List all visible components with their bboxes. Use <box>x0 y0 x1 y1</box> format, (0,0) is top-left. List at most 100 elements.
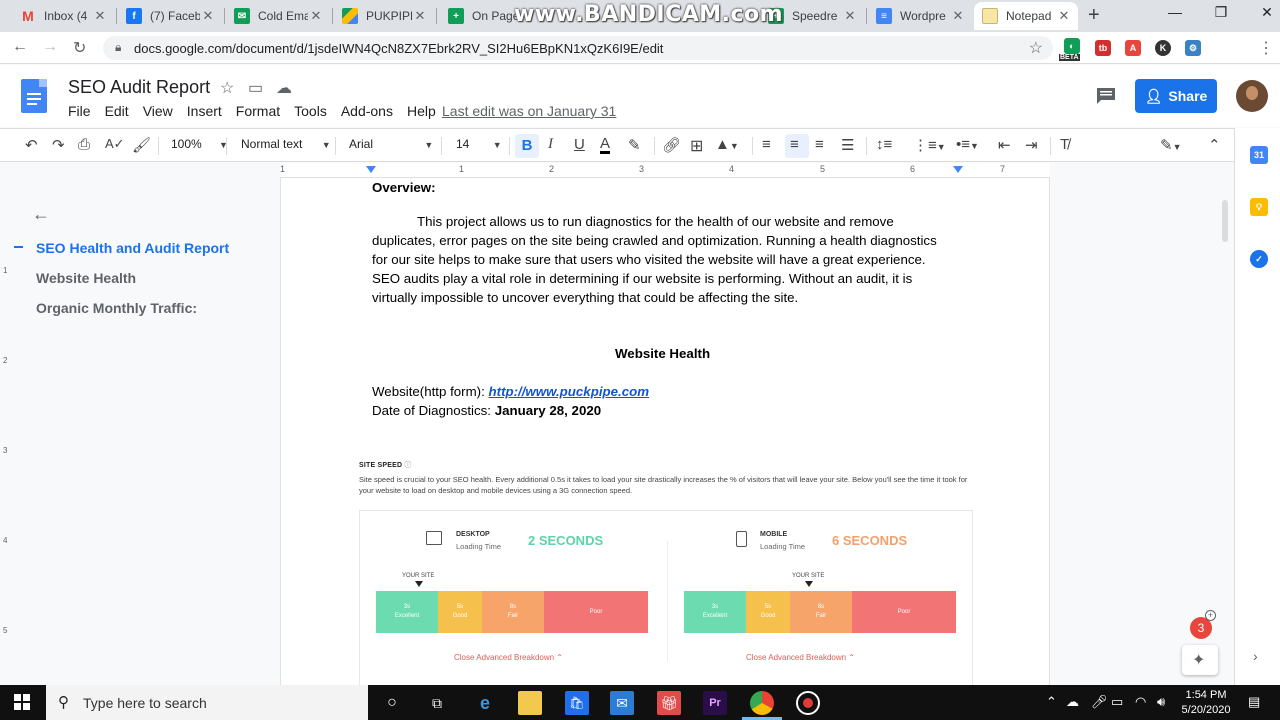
decrease-indent-icon[interactable]: ⇤ <box>998 136 1011 154</box>
website-link[interactable]: http://www.puckpipe.com <box>489 384 650 399</box>
style-select[interactable]: Normal text ▼ <box>241 137 331 151</box>
file-explorer-icon[interactable] <box>518 691 542 715</box>
menu-insert[interactable]: Insert <box>187 103 222 119</box>
close-icon[interactable]: ✕ <box>200 8 216 24</box>
paint-format-icon[interactable]: 🖌︎ <box>132 136 151 154</box>
horizontal-ruler[interactable]: 1 1 2 3 4 5 6 7 <box>280 163 1050 178</box>
star-icon[interactable]: ☆ <box>220 78 234 98</box>
explore-button[interactable]: ✦ <box>1182 645 1218 675</box>
justify-icon[interactable]: ☰ <box>841 136 854 154</box>
site-speed-image[interactable]: SITE SPEED ⓘ Site speed is crucial to yo… <box>357 454 977 685</box>
maximize-button[interactable]: ❐ <box>1198 4 1244 21</box>
menu-edit[interactable]: Edit <box>105 103 129 119</box>
editing-mode-icon[interactable]: ✎▼ <box>1160 136 1182 154</box>
extension-icon[interactable]: tb <box>1095 40 1111 56</box>
docs-logo-icon[interactable] <box>21 79 47 113</box>
extension-icon[interactable]: K <box>1155 40 1171 56</box>
extension-icon[interactable]: A <box>1125 40 1141 56</box>
menu-format[interactable]: Format <box>236 103 280 119</box>
minimize-button[interactable]: — <box>1152 4 1198 20</box>
account-avatar[interactable] <box>1236 80 1268 112</box>
wifi-icon[interactable]: ◠ <box>1135 694 1146 710</box>
italic-button[interactable]: I <box>548 136 553 153</box>
document-title[interactable]: SEO Audit Report <box>68 77 210 98</box>
task-view-icon[interactable]: ⧉ <box>425 691 449 715</box>
expand-panel-icon[interactable]: › <box>1253 648 1258 664</box>
edge-icon[interactable]: e <box>473 691 497 715</box>
onedrive-icon[interactable]: ☁︎ <box>1066 694 1079 710</box>
tab-cold-email[interactable]: ✉ Cold Ema ✕ <box>226 2 330 30</box>
text-color-button[interactable]: A <box>600 136 611 154</box>
menu-addons[interactable]: Add-ons <box>341 103 393 119</box>
microphone-icon[interactable]: 🎤︎ <box>1091 694 1108 710</box>
close-icon[interactable]: ✕ <box>92 8 108 24</box>
highlight-icon[interactable]: ✎ <box>628 136 641 154</box>
menu-view[interactable]: View <box>143 103 173 119</box>
spellcheck-icon[interactable]: A✓ <box>105 136 125 152</box>
tray-expand-icon[interactable]: ⌃ <box>1046 694 1057 710</box>
add-comment-icon[interactable]: ⊞ <box>690 136 703 156</box>
font-select[interactable]: Arial ▼ <box>349 137 433 151</box>
link-icon[interactable]: 🔗︎ <box>662 136 681 154</box>
insert-image-icon[interactable]: ▲▼ <box>715 136 739 153</box>
scrollbar-thumb[interactable] <box>1222 200 1228 242</box>
underline-button[interactable]: U <box>574 136 585 153</box>
close-window-button[interactable]: ✕ <box>1244 4 1280 21</box>
windows-start-icon[interactable] <box>14 694 30 710</box>
extension-icon[interactable]: ◐ <box>1064 38 1080 54</box>
last-edit-link[interactable]: Last edit was on January 31 <box>442 103 616 119</box>
menu-kebab-icon[interactable]: ⋮ <box>1258 38 1274 58</box>
menu-tools[interactable]: Tools <box>294 103 327 119</box>
line-spacing-icon[interactable]: ↕≡ <box>876 136 892 153</box>
menu-file[interactable]: File <box>68 103 91 119</box>
reload-icon[interactable]: ↻ <box>73 38 86 58</box>
align-left-icon[interactable]: ≡ <box>762 136 771 153</box>
align-center-button[interactable]: ≡ <box>785 134 809 158</box>
extension-icon[interactable]: ⚙ <box>1185 40 1201 56</box>
gift-icon[interactable]: 🎁︎ <box>657 691 681 715</box>
outline-item[interactable]: Organic Monthly Traffic: <box>36 300 197 316</box>
back-icon[interactable]: ← <box>12 38 28 56</box>
numbered-list-icon[interactable]: ⋮≡▼ <box>913 136 946 154</box>
undo-icon[interactable]: ↶ <box>25 136 38 154</box>
outline-item[interactable]: SEO Health and Audit Report <box>36 240 229 256</box>
print-icon[interactable]: ⎙ <box>78 136 90 153</box>
chrome-icon[interactable] <box>750 691 774 715</box>
new-tab-button[interactable]: + <box>1088 4 1100 27</box>
notifications-icon[interactable]: ▤ <box>1248 694 1260 710</box>
share-button[interactable]: 👤︎ Share <box>1135 79 1217 113</box>
volume-icon[interactable]: 🔊︎ <box>1157 694 1165 710</box>
plus-icon[interactable]: + <box>1205 610 1216 621</box>
menu-help[interactable]: Help <box>407 103 436 119</box>
outline-item[interactable]: Website Health <box>36 270 136 286</box>
left-indent-marker[interactable] <box>366 166 376 173</box>
comment-icon[interactable] <box>1096 87 1116 105</box>
tab-gmail[interactable]: M Inbox (4 ✕ <box>12 2 114 30</box>
bandicam-icon[interactable] <box>796 691 820 715</box>
store-icon[interactable]: 🛍︎ <box>565 691 589 715</box>
move-folder-icon[interactable]: ▭ <box>248 78 263 98</box>
keep-icon[interactable]: 💡︎ <box>1250 198 1268 216</box>
tab-notepad[interactable]: Notepad ✕ <box>974 2 1078 30</box>
tab-pukpipe[interactable]: PUKPIPE ✕ <box>334 2 434 30</box>
premiere-icon[interactable]: Pr <box>703 691 727 715</box>
bold-button[interactable]: B <box>515 134 539 158</box>
close-icon[interactable]: ✕ <box>1056 8 1072 24</box>
cloud-status-icon[interactable]: ☁︎ <box>276 78 292 98</box>
battery-icon[interactable]: ▭ <box>1111 694 1123 710</box>
overview-paragraph[interactable]: This project allows us to run diagnostic… <box>372 212 972 307</box>
redo-icon[interactable]: ↷ <box>52 136 65 154</box>
close-breakdown-link[interactable]: Close Advanced Breakdown ⌃ <box>746 653 855 662</box>
tasks-icon[interactable]: ✓ <box>1250 250 1268 268</box>
close-icon[interactable]: ✕ <box>842 8 858 24</box>
close-icon[interactable]: ✕ <box>412 8 428 24</box>
taskbar-search-box[interactable]: ⚲ Type here to search <box>46 685 368 720</box>
clear-formatting-icon[interactable]: T̸ <box>1060 136 1069 153</box>
tab-facebook[interactable]: f (7) Faceb ✕ <box>118 2 222 30</box>
forward-icon[interactable]: → <box>42 38 58 56</box>
system-clock[interactable]: 1:54 PM 5/20/2020 <box>1178 688 1234 718</box>
font-size-select[interactable]: 14 ▼ <box>456 137 502 151</box>
bookmark-star-icon[interactable]: ☆ <box>1029 38 1043 58</box>
calendar-icon[interactable]: 31 <box>1250 146 1268 164</box>
align-right-icon[interactable]: ≡ <box>815 136 824 153</box>
